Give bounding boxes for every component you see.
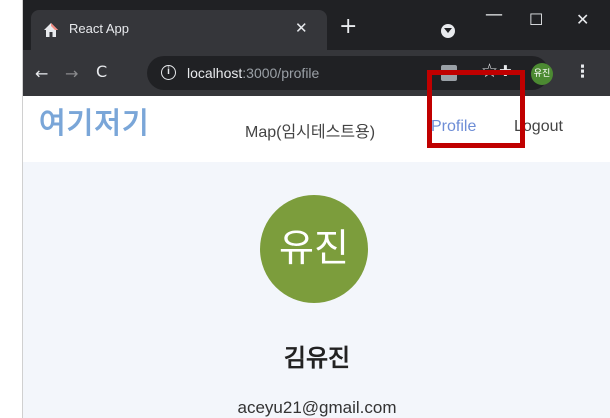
browser-window: React App ✕ + — ☐ ✕ ← → C i localhost:30… <box>22 0 610 418</box>
tab-search-icon[interactable] <box>441 24 455 38</box>
url-path: :3000/profile <box>242 65 320 81</box>
browser-menu-icon[interactable]: ⋮ <box>574 62 591 82</box>
new-tab-button[interactable]: + <box>339 16 357 38</box>
back-icon[interactable]: ← <box>35 64 48 83</box>
highlight-annotation <box>427 70 525 148</box>
app-logo[interactable]: 여기저기 <box>39 100 150 142</box>
minimize-icon[interactable]: — <box>485 4 503 25</box>
house-icon <box>44 23 58 37</box>
profile-avatar: 유진 <box>260 195 368 303</box>
maximize-icon[interactable]: ☐ <box>529 10 543 29</box>
profile-name: 김유진 <box>283 344 351 372</box>
tab-strip: React App ✕ + — ☐ ✕ <box>23 0 610 50</box>
profile-email: aceyu21@gmail.com <box>237 398 397 417</box>
reload-icon[interactable]: C <box>96 62 107 81</box>
tab-title: React App <box>69 21 129 36</box>
window-close-icon[interactable]: ✕ <box>576 10 589 29</box>
url-host: localhost <box>187 65 243 81</box>
tab-close-icon[interactable]: ✕ <box>295 19 308 37</box>
nav-link-map[interactable]: Map(임시테스트용) <box>245 118 375 142</box>
info-icon[interactable]: i <box>161 65 176 80</box>
tab-react-app[interactable]: React App ✕ <box>31 10 327 50</box>
url-text[interactable]: localhost:3000/profile <box>187 65 319 81</box>
forward-icon[interactable]: → <box>65 64 78 83</box>
browser-profile-avatar[interactable]: 유진 <box>531 63 553 85</box>
